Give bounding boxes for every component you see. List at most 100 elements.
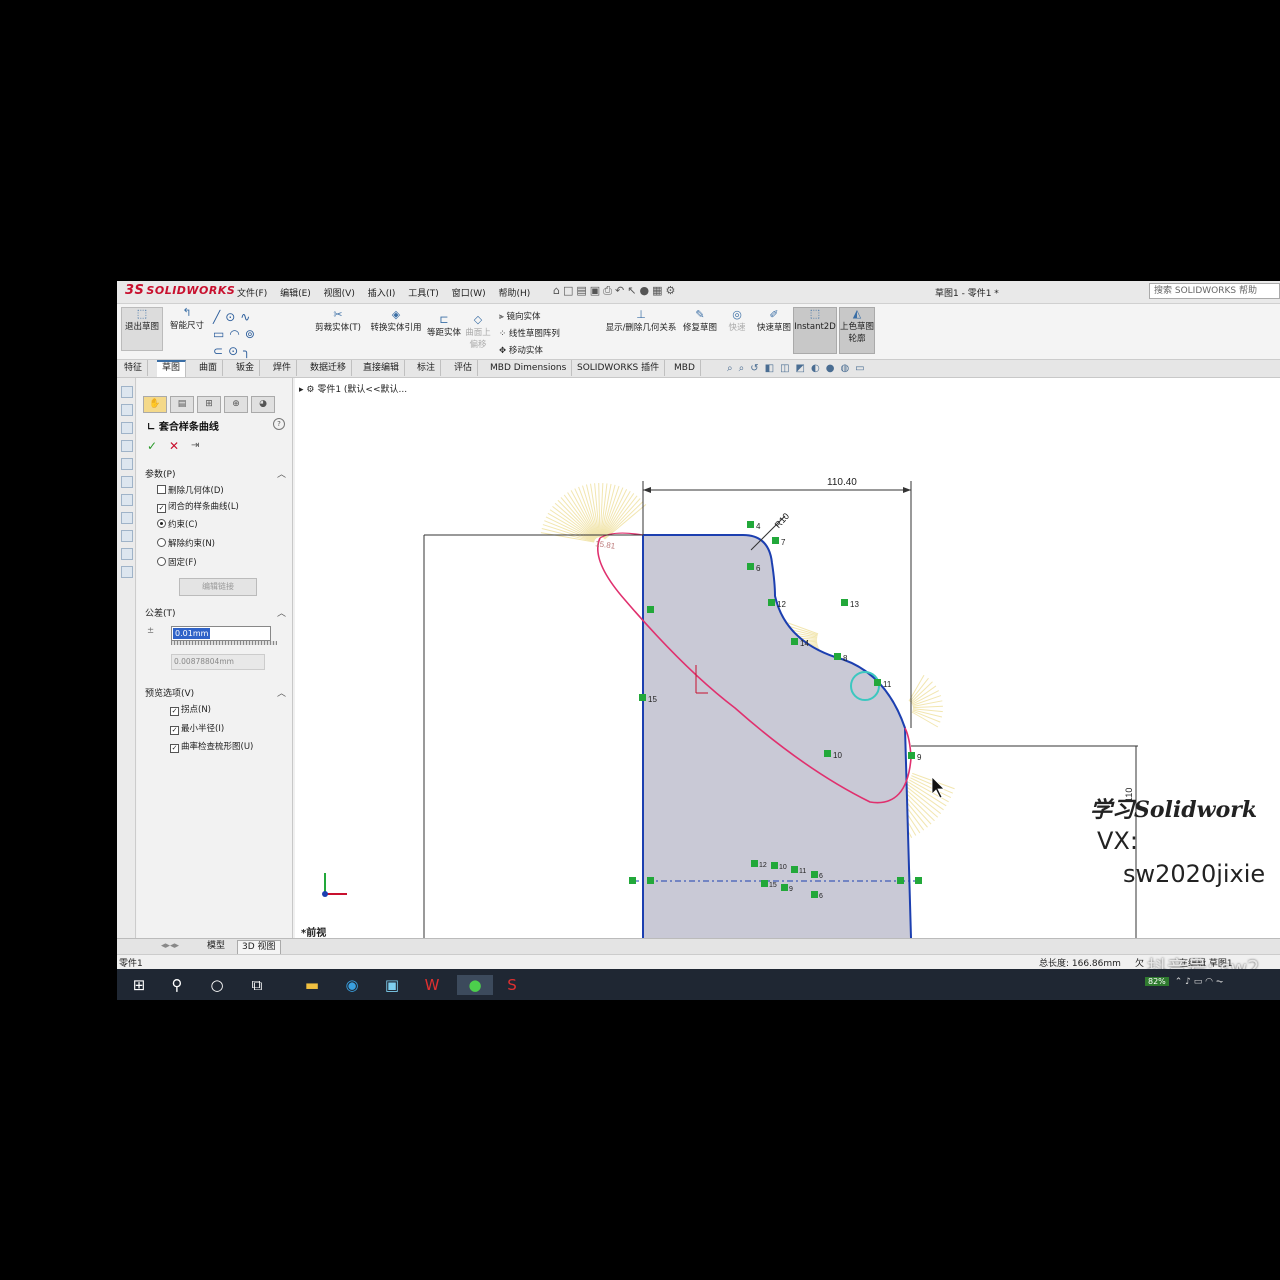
tab-weldments[interactable]: 焊件: [268, 360, 298, 376]
tab-3d-view[interactable]: 3D 视图: [237, 940, 281, 955]
save-icon[interactable]: ▣: [590, 284, 603, 297]
pin-icon[interactable]: ⇥: [191, 440, 199, 451]
spline-icon[interactable]: ∿: [240, 310, 255, 324]
preview-section-header[interactable]: 预览选项(V): [145, 686, 194, 699]
relation-marker[interactable]: [647, 606, 654, 613]
options-icon[interactable]: ⚙: [665, 284, 678, 297]
point-icon[interactable]: ⊙: [228, 344, 243, 358]
arc-icon[interactable]: ◠: [229, 327, 244, 341]
tab-surfaces[interactable]: 曲面: [194, 360, 224, 376]
quick-snaps-button[interactable]: ◎ 快速: [723, 309, 751, 334]
tab-evaluate[interactable]: 评估: [449, 360, 479, 376]
offset-entities-button[interactable]: ⊏ 等距实体: [427, 314, 461, 339]
home-icon[interactable]: ⌂: [553, 284, 563, 297]
relation-marker[interactable]: [639, 694, 646, 701]
relation-marker[interactable]: [781, 884, 788, 891]
fixed-radio[interactable]: 固定(F): [157, 556, 197, 568]
view-orientation-icon[interactable]: ◫: [780, 363, 795, 374]
trim-entities-button[interactable]: ✂ 剪裁实体(T): [313, 309, 363, 334]
open-icon[interactable]: ▤: [576, 284, 589, 297]
relation-marker[interactable]: [811, 891, 818, 898]
windows-start-icon[interactable]: ⊞: [129, 975, 149, 995]
collapse-icon[interactable]: ︿: [277, 467, 286, 480]
strip-item-icon[interactable]: [121, 494, 133, 506]
relation-marker[interactable]: [824, 750, 831, 757]
relation-marker[interactable]: [811, 871, 818, 878]
edge-browser-icon[interactable]: ◉: [342, 975, 362, 995]
polygon-icon[interactable]: ⊚: [245, 327, 260, 341]
menu-edit[interactable]: 编辑(E): [280, 289, 311, 299]
tray-icons[interactable]: ⌃ ♪ ▭ ◠ ⏦: [1175, 977, 1223, 987]
smart-dimension-button[interactable]: ↰ 智能尺寸: [167, 307, 207, 332]
strip-item-icon[interactable]: [121, 476, 133, 488]
appearance-icon[interactable]: ●: [826, 363, 841, 374]
graphics-area[interactable]: ▸ ⚙ 零件1 (默认<<默认... 110.40 R10 110 15.81: [295, 378, 1280, 939]
move-entities-button[interactable]: ✥ 移动实体: [499, 343, 560, 360]
battery-indicator[interactable]: 82%: [1145, 977, 1169, 986]
strip-item-icon[interactable]: [121, 512, 133, 524]
display-style-icon[interactable]: ◩: [796, 363, 811, 374]
shaded-sketch-contours-button[interactable]: ◭ 上色草图轮廓: [839, 307, 875, 354]
display-manager-tab-icon[interactable]: ◕: [251, 396, 275, 413]
tab-data-migration[interactable]: 数据迁移: [305, 360, 353, 376]
store-icon[interactable]: ▣: [382, 975, 402, 995]
previous-view-icon[interactable]: ↺: [750, 363, 764, 374]
tab-sheet-metal[interactable]: 钣金: [231, 360, 261, 376]
constrained-radio[interactable]: 约束(C): [157, 518, 198, 530]
instant2d-button[interactable]: ⬚ Instant2D: [793, 307, 837, 354]
strip-item-icon[interactable]: [121, 440, 133, 452]
centerline-endpoint-marker[interactable]: [897, 877, 904, 884]
hide-show-icon[interactable]: ◐: [811, 363, 826, 374]
strip-item-icon[interactable]: [121, 458, 133, 470]
curvature-comb-checkbox[interactable]: ✓ 曲率检查梳形图(U): [170, 740, 253, 753]
mirror-entities-button[interactable]: ⫸ 镜向实体: [499, 309, 560, 326]
search-icon[interactable]: ⚲: [167, 975, 187, 995]
tab-sketch[interactable]: 草图: [157, 360, 187, 377]
zoom-fit-icon[interactable]: ⌕: [727, 363, 739, 374]
menu-help[interactable]: 帮助(H): [499, 289, 531, 299]
centerline-endpoint-marker[interactable]: [915, 877, 922, 884]
min-radius-checkbox[interactable]: ✓ 最小半径(I): [170, 722, 224, 735]
relation-marker[interactable]: [768, 599, 775, 606]
radius-dimension[interactable]: R10: [773, 511, 791, 530]
tolerance-slider[interactable]: [171, 641, 277, 645]
solidworks-logo[interactable]: 3S SOLIDWORKS: [125, 283, 235, 298]
zoom-area-icon[interactable]: ⌕: [739, 363, 751, 374]
tab-model[interactable]: 模型: [203, 940, 229, 953]
slot-icon[interactable]: ⊂: [213, 344, 228, 358]
scene-icon[interactable]: ◍: [840, 363, 855, 374]
line-icon[interactable]: ╱: [213, 310, 225, 324]
display-relations-button[interactable]: ⊥ 显示/删除几何关系: [601, 309, 681, 334]
collapse-icon[interactable]: ︿: [277, 686, 286, 699]
ok-button[interactable]: ✓: [147, 439, 157, 453]
section-view-icon[interactable]: ◧: [765, 363, 780, 374]
select-icon[interactable]: ↖: [627, 284, 639, 297]
width-dimension[interactable]: 110.40: [827, 477, 857, 488]
menu-insert[interactable]: 插入(I): [368, 289, 396, 299]
relation-marker[interactable]: [908, 752, 915, 759]
solidworks-taskbar-icon[interactable]: S: [502, 975, 522, 995]
menu-window[interactable]: 窗口(W): [452, 289, 486, 299]
relation-marker[interactable]: [772, 537, 779, 544]
relation-marker[interactable]: [791, 638, 798, 645]
relation-marker[interactable]: [747, 521, 754, 528]
new-icon[interactable]: □: [563, 284, 576, 297]
cortana-icon[interactable]: ○: [207, 975, 227, 995]
strip-item-icon[interactable]: [121, 386, 133, 398]
feature-manager-tab-icon[interactable]: ✋: [143, 396, 167, 413]
tab-mbd-dimensions[interactable]: MBD Dimensions: [485, 360, 573, 376]
tab-solidworks-addins[interactable]: SOLIDWORKS 插件: [572, 360, 666, 376]
tab-mbd[interactable]: MBD: [669, 360, 701, 376]
rebuild-icon[interactable]: ●: [639, 284, 652, 297]
menu-tools[interactable]: 工具(T): [408, 289, 439, 299]
print-icon[interactable]: ⎙: [603, 284, 615, 297]
menu-view[interactable]: 视图(V): [324, 289, 355, 299]
circle-icon[interactable]: ⊙: [225, 310, 240, 324]
property-manager-tab-icon[interactable]: ▤: [170, 396, 194, 413]
file-properties-icon[interactable]: ▦: [652, 284, 665, 297]
linear-pattern-button[interactable]: ⁘ 线性草图阵列: [499, 326, 560, 343]
strip-item-icon[interactable]: [121, 404, 133, 416]
relation-marker[interactable]: [874, 679, 881, 686]
exit-sketch-button[interactable]: ⬚ 退出草图: [121, 307, 163, 351]
tolerance-section-header[interactable]: 公差(T): [145, 606, 176, 619]
